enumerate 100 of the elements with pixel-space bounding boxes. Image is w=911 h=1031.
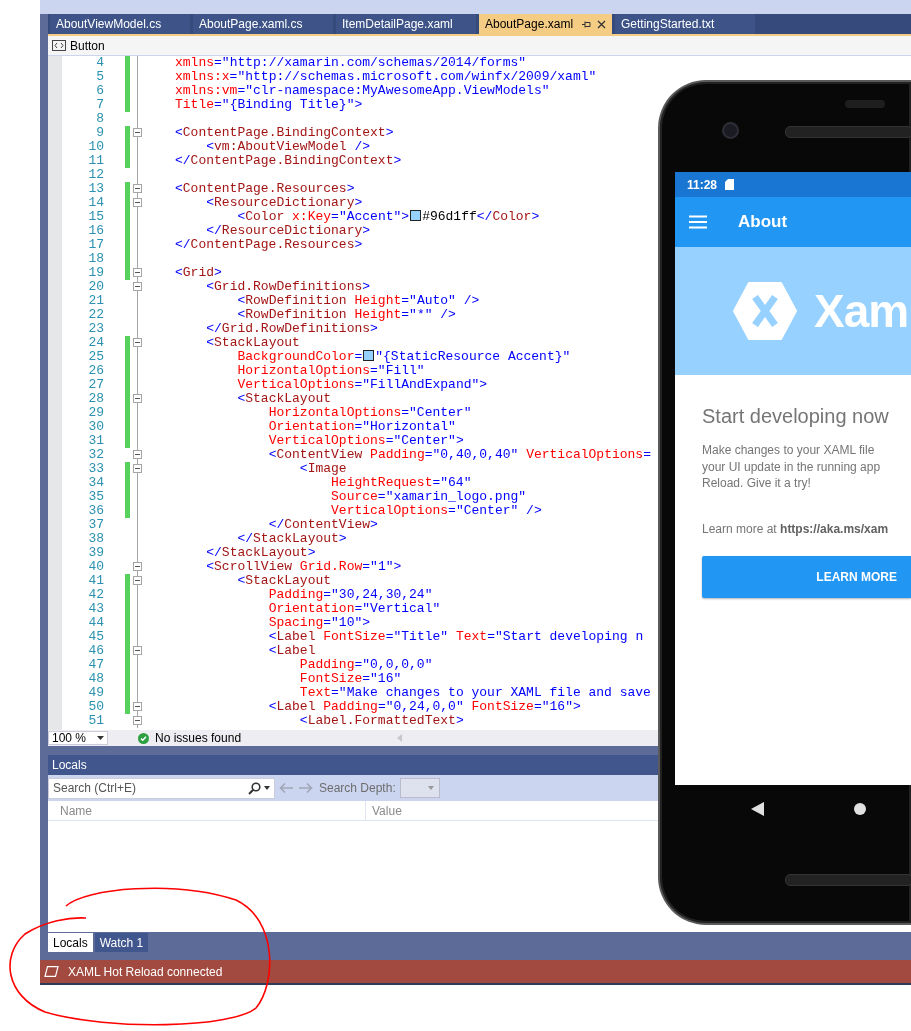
collapse-icon[interactable] <box>133 716 142 725</box>
code-text: <Grid.RowDefinitions> <box>206 279 371 294</box>
line-number: 17 <box>87 238 104 252</box>
page-title: About <box>738 212 788 232</box>
color-swatch-icon[interactable] <box>363 350 375 361</box>
code-text: <StackLayout <box>206 335 300 350</box>
code-element-icon <box>52 40 66 51</box>
code-text: HorizontalOptions="Fill" <box>237 363 425 378</box>
panel-tab[interactable]: Locals <box>48 933 93 952</box>
collapse-icon[interactable] <box>133 646 142 655</box>
line-number: 48 <box>87 672 104 686</box>
line-number: 39 <box>87 546 104 560</box>
code-text: <Label <box>268 643 316 658</box>
line-number: 23 <box>87 322 104 336</box>
line-number: 40 <box>87 560 104 574</box>
code-text: <Color x:Key="Accent"> <box>237 209 410 224</box>
color-swatch-icon[interactable] <box>410 210 422 221</box>
line-number: 33 <box>87 462 104 476</box>
collapse-icon[interactable] <box>133 562 142 571</box>
code-text: <RowDefinition Height="Auto" /> <box>237 293 480 308</box>
code-text: Source="xamarin_logo.png" <box>331 489 527 504</box>
collapse-icon[interactable] <box>133 282 142 291</box>
line-number: 25 <box>87 350 104 364</box>
code-text: <ResourceDictionary> <box>206 195 363 210</box>
collapse-icon[interactable] <box>133 198 142 207</box>
hot-reload-icon <box>44 966 59 977</box>
line-number: 12 <box>87 168 104 182</box>
code-text: <ScrollView Grid.Row="1"> <box>206 559 402 574</box>
line-number: 21 <box>87 294 104 308</box>
line-number: 30 <box>87 420 104 434</box>
line-number: 49 <box>87 686 104 700</box>
line-number: 29 <box>87 406 104 420</box>
code-text: HeightRequest="64" <box>331 475 472 490</box>
line-number: 35 <box>87 490 104 504</box>
document-tab[interactable]: ItemDetailPage.xaml <box>336 14 476 34</box>
line-number: 9 <box>95 126 104 140</box>
logo-text: Xam <box>814 284 909 338</box>
line-number: 47 <box>87 658 104 672</box>
code-text: <RowDefinition Height="*" /> <box>237 307 456 322</box>
pin-icon[interactable] <box>582 19 591 29</box>
collapse-icon[interactable] <box>133 450 142 459</box>
code-text: Text="Make changes to your XAML file and save <box>299 685 651 700</box>
code-text: </StackLayout> <box>206 545 316 560</box>
back-icon[interactable] <box>751 802 764 816</box>
document-tab[interactable]: GettingStarted.txt <box>615 14 755 34</box>
hexagon-logo-icon <box>733 282 797 340</box>
code-text: <Label FontSize="Title" Text="Start developing n <box>268 629 644 644</box>
caret-icon <box>427 786 434 790</box>
home-icon[interactable] <box>854 803 866 815</box>
code-text: <StackLayout <box>237 391 332 406</box>
collapse-icon[interactable] <box>133 702 142 711</box>
search-depth-label: Search Depth: <box>319 781 396 795</box>
code-text: </ContentPage.Resources> <box>175 237 363 252</box>
collapse-icon[interactable] <box>133 576 142 585</box>
line-number: 18 <box>87 252 104 266</box>
collapse-icon[interactable] <box>133 268 142 277</box>
line-number: 45 <box>87 630 104 644</box>
line-number: 13 <box>87 182 104 196</box>
code-text: FontSize="16" <box>299 671 402 686</box>
line-number: 44 <box>87 616 104 630</box>
document-tab[interactable]: AboutViewModel.cs <box>50 14 190 34</box>
code-text: <ContentPage.Resources> <box>175 181 355 196</box>
code-text: Orientation="Vertical" <box>268 601 441 616</box>
column-header[interactable]: Name <box>54 801 366 820</box>
code-text: xmlns:x="http://schemas.microsoft.com/winfx/2009/xaml" <box>175 69 597 84</box>
code-text: <ContentView Padding="0,40,0,40" VerticalOptions= <box>268 447 651 462</box>
description-text: Make changes to your XAML file your UI update in the running app Reload. Give it a try! <box>702 442 882 492</box>
code-text: Padding="30,24,30,24" <box>268 587 433 602</box>
issues-status: No issues found <box>155 731 242 745</box>
code-text: Spacing="10"> <box>268 615 371 630</box>
line-number: 7 <box>95 98 104 112</box>
line-number: 15 <box>87 210 104 224</box>
menu-icon[interactable] <box>689 215 707 229</box>
line-number: 50 <box>87 700 104 714</box>
code-text: </Grid.RowDefinitions> <box>206 321 378 336</box>
line-number: 31 <box>87 434 104 448</box>
member-dropdown[interactable]: Button <box>70 38 105 53</box>
code-text: "{StaticResource Accent}" <box>375 349 571 364</box>
collapse-icon[interactable] <box>133 128 142 137</box>
collapse-icon[interactable] <box>133 394 142 403</box>
close-icon[interactable] <box>597 19 606 29</box>
code-text: <vm:AboutViewModel /> <box>206 139 371 154</box>
zoom-dropdown[interactable]: 100 % <box>48 731 108 745</box>
clock-text: 11:28 <box>687 177 718 192</box>
document-tab[interactable]: AboutPage.xaml <box>479 14 612 34</box>
document-tab[interactable]: AboutPage.xaml.cs <box>193 14 333 34</box>
line-number: 6 <box>95 84 104 98</box>
learn-more-text: Learn more at https://aka.ms/xam <box>702 521 890 536</box>
line-number: 37 <box>87 518 104 532</box>
caret-icon <box>97 736 104 740</box>
collapse-icon[interactable] <box>133 338 142 347</box>
panel-tab[interactable]: Watch 1 <box>94 933 149 952</box>
collapse-icon[interactable] <box>133 184 142 193</box>
column-header[interactable]: Value <box>366 801 402 820</box>
code-text: VerticalOptions="Center" /> <box>331 503 542 518</box>
collapse-icon[interactable] <box>133 464 142 473</box>
code-text: xmlns="http://xamarin.com/schemas/2014/forms" <box>175 56 527 70</box>
line-number: 36 <box>87 504 104 518</box>
code-text: </StackLayout> <box>237 531 347 546</box>
code-text: </ContentPage.BindingContext> <box>175 153 402 168</box>
